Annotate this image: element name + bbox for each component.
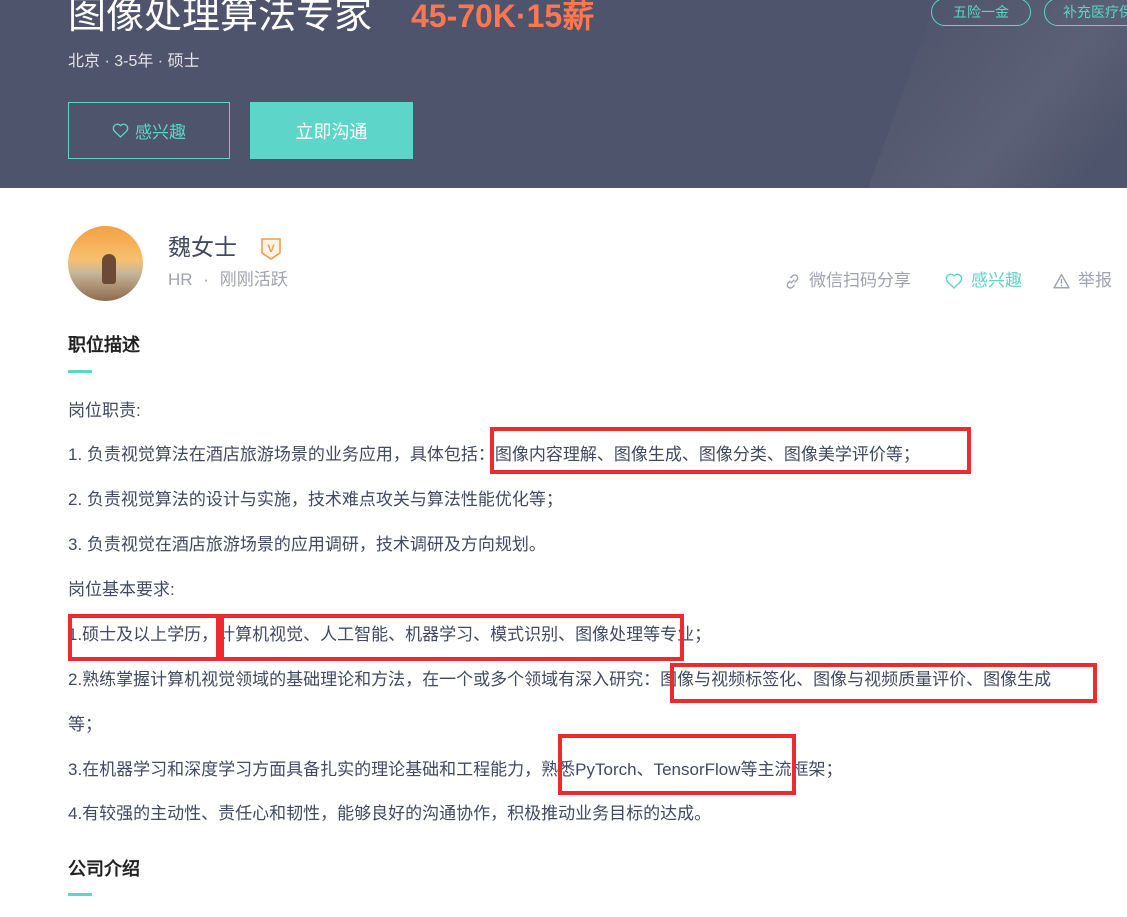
heading-underline (68, 370, 92, 373)
highlight-box (490, 427, 971, 474)
heart-outline-icon (945, 273, 963, 289)
job-banner: 图像处理算法专家 45-70K·15薪 北京 · 3-5年 · 硕士 五险一金 … (0, 0, 1127, 188)
highlight-box (558, 734, 796, 795)
jd-line: 岗位职责: (68, 401, 141, 420)
job-salary: 45-70K·15薪 (411, 0, 595, 34)
recruiter-avatar (68, 226, 143, 301)
recruiter-status: HR · 刚刚活跃 (168, 269, 288, 291)
interest-button[interactable]: 感兴趣 (68, 102, 230, 159)
warning-icon (1053, 273, 1070, 289)
jd-line: 4.有较强的主动性、责任心和韧性，能够良好的沟通协作，积极推动业务目标的达成。 (68, 804, 712, 823)
wechat-share-button[interactable]: 微信扫码分享 (784, 270, 911, 292)
chat-now-button[interactable]: 立即沟通 (250, 102, 413, 159)
link-icon (786, 273, 799, 289)
report-button[interactable]: 举报 (1053, 270, 1112, 292)
jd-line: 2. 负责视觉算法的设计与实施，技术难点攻关与算法性能优化等； (68, 490, 563, 509)
avatar-figure (102, 254, 116, 284)
interest-link-label: 感兴趣 (971, 271, 1022, 290)
highlight-box (670, 663, 1097, 703)
benefit-tag: 五险一金 (931, 0, 1031, 26)
interest-button-label: 感兴趣 (135, 123, 186, 142)
highlight-box (68, 614, 220, 661)
jd-line: 岗位基本要求: (68, 580, 175, 599)
heading-underline (68, 893, 92, 896)
separator-dot: · (203, 270, 209, 289)
banner-decoration (849, 0, 1127, 188)
company-intro-heading: 公司介绍 (68, 859, 140, 879)
job-description-heading: 职位描述 (68, 335, 140, 355)
benefit-tag: 补充医疗保 (1044, 0, 1127, 26)
verified-badge-icon: V (261, 238, 281, 260)
interest-link[interactable]: 感兴趣 (945, 270, 1022, 292)
heart-outline-icon (112, 123, 129, 138)
job-title: 图像处理算法专家 (68, 0, 373, 37)
report-label: 举报 (1078, 271, 1112, 290)
jd-line: 等； (68, 715, 102, 734)
svg-text:V: V (267, 243, 275, 255)
share-label: 微信扫码分享 (809, 271, 911, 290)
recruiter-name: 魏女士 (168, 234, 237, 260)
jd-line: 3. 负责视觉在酒店旅游场景的应用调研，技术调研及方向规划。 (68, 535, 546, 554)
recruiter-role: HR (168, 270, 193, 289)
highlight-box (220, 614, 684, 661)
recruiter-activity: 刚刚活跃 (219, 270, 288, 289)
job-meta: 北京 · 3-5年 · 硕士 (68, 53, 200, 70)
